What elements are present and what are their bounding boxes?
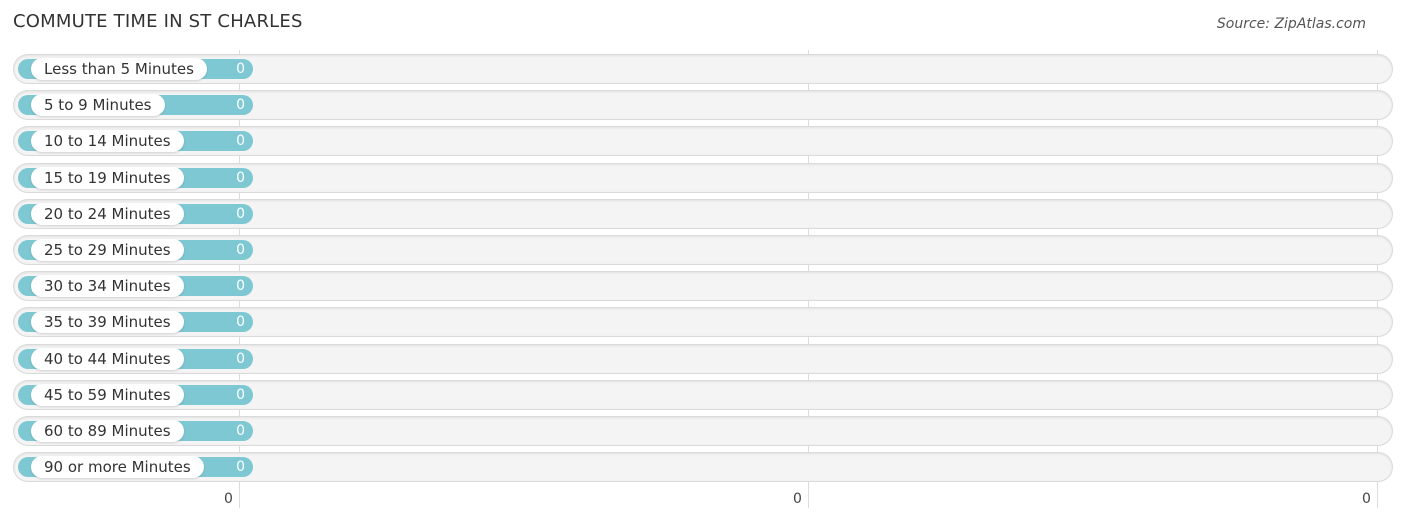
value-label: 0 <box>236 278 245 294</box>
category-label: 45 to 59 Minutes <box>31 384 184 406</box>
value-label: 0 <box>236 314 245 330</box>
bar-row: 5 to 9 Minutes 0 <box>13 90 1393 120</box>
bar-row: 30 to 34 Minutes 0 <box>13 271 1393 301</box>
value-label: 0 <box>236 459 245 475</box>
bar-row: 25 to 29 Minutes 0 <box>13 235 1393 265</box>
value-label: 0 <box>236 170 245 186</box>
bar-row: 60 to 89 Minutes 0 <box>13 416 1393 446</box>
category-label: 20 to 24 Minutes <box>31 203 184 225</box>
bar-row: 15 to 19 Minutes 0 <box>13 163 1393 193</box>
bar-row: 45 to 59 Minutes 0 <box>13 380 1393 410</box>
category-label: 10 to 14 Minutes <box>31 130 184 152</box>
bar-row: 20 to 24 Minutes 0 <box>13 199 1393 229</box>
category-label: Less than 5 Minutes <box>31 58 207 80</box>
value-label: 0 <box>236 351 245 367</box>
category-label: 60 to 89 Minutes <box>31 420 184 442</box>
chart-title: COMMUTE TIME IN ST CHARLES <box>13 11 303 32</box>
bar-row: 90 or more Minutes 0 <box>13 452 1393 482</box>
bar-row: 40 to 44 Minutes 0 <box>13 344 1393 374</box>
x-tick-label: 0 <box>224 491 233 507</box>
value-label: 0 <box>236 387 245 403</box>
value-label: 0 <box>236 97 245 113</box>
bar-row: 10 to 14 Minutes 0 <box>13 126 1393 156</box>
source-label: Source: ZipAtlas.com <box>1216 16 1366 32</box>
category-label: 25 to 29 Minutes <box>31 239 184 261</box>
category-label: 90 or more Minutes <box>31 456 204 478</box>
category-label: 35 to 39 Minutes <box>31 311 184 333</box>
value-label: 0 <box>236 133 245 149</box>
x-tick-label: 0 <box>793 491 802 507</box>
value-label: 0 <box>236 242 245 258</box>
category-label: 5 to 9 Minutes <box>31 94 165 116</box>
x-tick-label: 0 <box>1362 491 1371 507</box>
value-label: 0 <box>236 206 245 222</box>
bar-row: 35 to 39 Minutes 0 <box>13 307 1393 337</box>
bar-row: Less than 5 Minutes 0 <box>13 54 1393 84</box>
category-label: 15 to 19 Minutes <box>31 167 184 189</box>
category-label: 30 to 34 Minutes <box>31 275 184 297</box>
value-label: 0 <box>236 423 245 439</box>
category-label: 40 to 44 Minutes <box>31 348 184 370</box>
value-label: 0 <box>236 61 245 77</box>
